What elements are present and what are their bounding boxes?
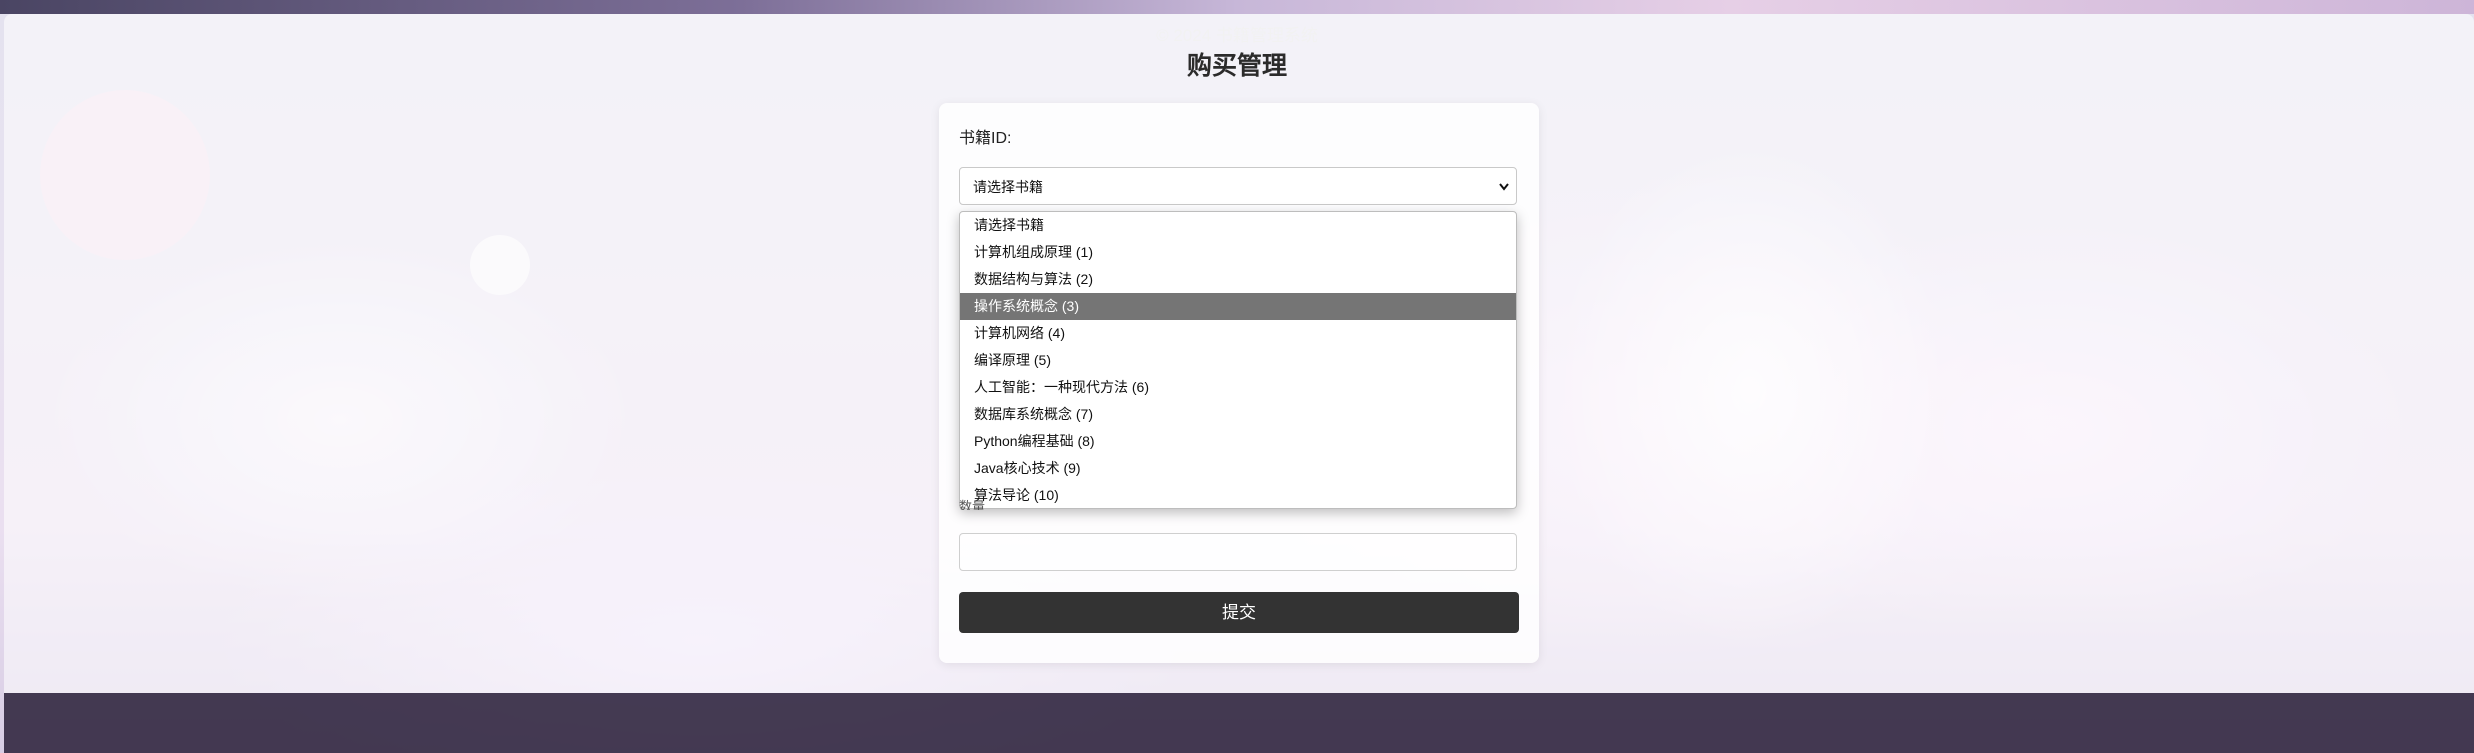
dropdown-option[interactable]: Python编程基础 (8) bbox=[960, 428, 1516, 455]
book-select-dropdown[interactable]: 请选择书籍 计算机组成原理 (1) 数据结构与算法 (2) 操作系统概念 (3)… bbox=[959, 211, 1517, 509]
dropdown-option[interactable]: 计算机组成原理 (1) bbox=[960, 239, 1516, 266]
book-select-value: 请选择书籍 bbox=[973, 179, 1043, 195]
dropdown-option[interactable]: 编译原理 (5) bbox=[960, 347, 1516, 374]
dropdown-option[interactable]: 计算机网络 (4) bbox=[960, 320, 1516, 347]
dropdown-option[interactable]: 数据库系统概念 (7) bbox=[960, 401, 1516, 428]
quantity-input[interactable] bbox=[959, 533, 1517, 571]
footer-copyright: © 2024 书籍管理系统 bbox=[1156, 26, 1318, 45]
dropdown-option[interactable]: 算法导论 (10) bbox=[960, 482, 1516, 508]
top-banner-strip bbox=[0, 0, 2474, 14]
dropdown-option[interactable]: Java核心技术 (9) bbox=[960, 455, 1516, 482]
book-select[interactable]: 请选择书籍 bbox=[959, 167, 1517, 205]
dropdown-option[interactable]: 请选择书籍 bbox=[960, 212, 1516, 239]
quantity-label: 数量 bbox=[959, 499, 986, 510]
dropdown-option[interactable]: 人工智能：一种现代方法 (6) bbox=[960, 374, 1516, 401]
footer bbox=[4, 693, 2474, 753]
page-title: 购买管理 bbox=[1186, 52, 1287, 80]
dropdown-option-highlighted[interactable]: 操作系统概念 (3) bbox=[960, 293, 1516, 320]
dropdown-option[interactable]: 数据结构与算法 (2) bbox=[960, 266, 1516, 293]
submit-button[interactable]: 提交 bbox=[959, 592, 1519, 633]
book-id-label: 书籍ID: bbox=[959, 130, 1012, 147]
